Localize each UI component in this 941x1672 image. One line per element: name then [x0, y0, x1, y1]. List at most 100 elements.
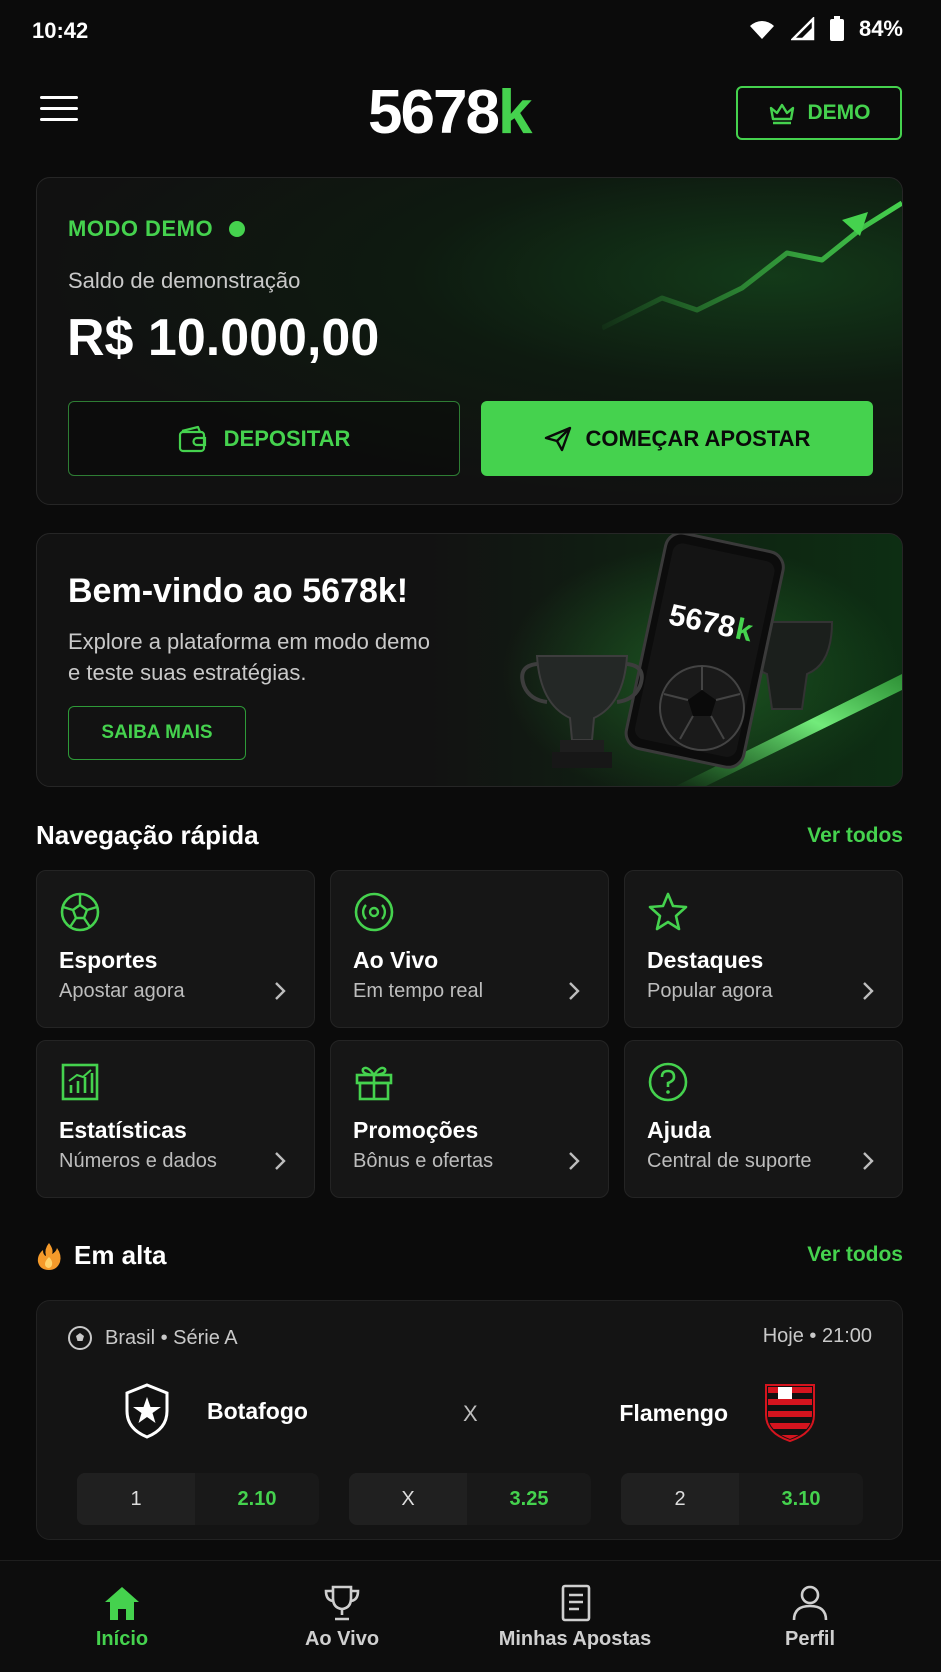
learn-more-button[interactable]: SAIBA MAIS — [68, 706, 246, 760]
signal-icon — [790, 17, 815, 41]
quick-nav-subtitle: Central de suporte — [647, 1150, 812, 1172]
trending-header: Em alta — [36, 1240, 167, 1271]
nav-label: Ao Vivo — [304, 1627, 380, 1650]
away-team: Flamengo — [619, 1383, 816, 1443]
away-team-name: Flamengo — [619, 1399, 728, 1426]
quick-nav-title-text: Esportes — [59, 947, 158, 973]
chart-icon — [61, 1063, 99, 1101]
odd-value: 3.25 — [467, 1473, 591, 1525]
demo-button[interactable]: DEMO — [736, 86, 902, 140]
quick-nav-see-all-link[interactable]: Ver todos — [807, 824, 903, 848]
quick-nav-subtitle: Em tempo real — [353, 980, 484, 1002]
growth-chart-decoration — [602, 200, 902, 331]
send-icon — [544, 426, 571, 451]
status-time: 10:42 — [32, 18, 89, 43]
nav-live[interactable]: Ao Vivo — [282, 1561, 402, 1672]
chevron-right-icon — [569, 1152, 580, 1170]
quick-nav-title-text: Ao Vivo — [353, 947, 439, 973]
home-team-name: Botafogo — [207, 1397, 308, 1424]
demo-mode-label: MODO DEMO — [68, 216, 246, 242]
learn-more-label: SAIBA MAIS — [101, 722, 213, 743]
fire-icon — [37, 1242, 61, 1270]
quick-nav-subtitle: Números e dados — [59, 1150, 217, 1172]
nav-profile[interactable]: Perfil — [750, 1561, 870, 1672]
odd-value: 3.10 — [739, 1473, 863, 1525]
crown-icon — [769, 103, 794, 125]
quick-nav-highlights[interactable]: Destaques Popular agora — [624, 870, 903, 1028]
home-icon — [105, 1586, 139, 1620]
quick-nav-help[interactable]: Ajuda Central de suporte — [624, 1040, 903, 1198]
trending-title: Em alta — [74, 1240, 167, 1270]
gift-icon — [355, 1066, 393, 1101]
star-icon — [648, 892, 688, 931]
match-time: Hoje • 21:00 — [762, 1325, 872, 1347]
match-league: Brasil • Série A — [67, 1325, 238, 1351]
odd-home-button[interactable]: 1 2.10 — [77, 1473, 319, 1525]
receipt-icon — [561, 1584, 591, 1621]
app-logo[interactable]: 5678k — [368, 82, 532, 144]
app-screen: 10:42 84% 5678k DEMO MODO DEMO Saldo de … — [0, 0, 941, 1672]
logo-main: 5678 — [368, 78, 500, 147]
live-broadcast-icon — [354, 892, 394, 932]
quick-nav-promotions[interactable]: Promoções Bônus e ofertas — [330, 1040, 609, 1198]
chevron-right-icon — [275, 982, 286, 1000]
menu-button[interactable] — [40, 96, 78, 126]
status-icons: 84% — [747, 16, 903, 42]
quick-nav-title-text: Estatísticas — [59, 1117, 187, 1143]
soccer-ball-icon — [68, 1326, 92, 1350]
start-betting-button[interactable]: COMEÇAR APOSTAR — [481, 401, 873, 476]
quick-nav-subtitle: Apostar agora — [59, 980, 185, 1002]
nav-label: Perfil — [784, 1627, 836, 1650]
chevron-right-icon — [863, 982, 874, 1000]
demo-mode-text: MODO DEMO — [68, 216, 214, 241]
battery-icon — [829, 16, 844, 41]
quick-nav-subtitle: Popular agora — [647, 980, 773, 1002]
balance-label: Saldo de demonstração — [68, 268, 301, 293]
menu-line — [40, 96, 78, 99]
quick-nav-subtitle: Bônus e ofertas — [353, 1150, 494, 1172]
status-bar: 10:42 84% — [0, 0, 941, 66]
odd-away-button[interactable]: 2 3.10 — [621, 1473, 863, 1525]
soccer-ball-icon — [60, 892, 100, 932]
user-icon — [792, 1585, 828, 1620]
wifi-icon — [749, 21, 774, 39]
botafogo-crest-icon — [125, 1383, 169, 1439]
nav-home[interactable]: Início — [62, 1561, 182, 1672]
welcome-banner: 5678 k Bem-vindo ao 5678k! Explore a pla… — [36, 533, 903, 787]
menu-line — [40, 107, 78, 110]
odd-label: X — [349, 1473, 467, 1525]
quick-nav-sports[interactable]: Esportes Apostar agora — [36, 870, 315, 1028]
start-betting-label: COMEÇAR APOSTAR — [585, 425, 811, 451]
match-card[interactable]: Brasil • Série A Hoje • 21:00 Botafogo X… — [36, 1300, 903, 1540]
deposit-button[interactable]: DEPOSITAR — [68, 401, 460, 476]
bottom-navigation: Início Ao Vivo Minhas Apostas Perfil — [0, 1560, 941, 1672]
quick-nav-title: Navegação rápida — [36, 820, 259, 850]
status-dot — [229, 221, 246, 237]
league-name: Brasil • Série A — [105, 1326, 238, 1349]
nav-label: Minhas Apostas — [498, 1627, 652, 1650]
nav-my-bets[interactable]: Minhas Apostas — [460, 1561, 690, 1672]
welcome-text: Explore a plataforma em modo demo e test… — [68, 629, 430, 685]
trophy-icon — [324, 1585, 360, 1620]
odd-label: 2 — [621, 1473, 739, 1525]
demo-button-label: DEMO — [807, 101, 871, 124]
help-icon — [648, 1062, 688, 1102]
odd-draw-button[interactable]: X 3.25 — [349, 1473, 591, 1525]
trending-see-all-link[interactable]: Ver todos — [807, 1243, 903, 1267]
quick-nav-title-text: Ajuda — [647, 1117, 711, 1143]
quick-nav-title-text: Promoções — [353, 1117, 479, 1143]
demo-balance-card: MODO DEMO Saldo de demonstração R$ 10.00… — [36, 177, 903, 505]
menu-line — [40, 118, 78, 121]
quick-nav-live[interactable]: Ao Vivo Em tempo real — [330, 870, 609, 1028]
deposit-label: DEPOSITAR — [223, 425, 351, 451]
chevron-right-icon — [275, 1152, 286, 1170]
quick-nav-statistics[interactable]: Estatísticas Números e dados — [36, 1040, 315, 1198]
logo-accent: k — [497, 78, 533, 147]
welcome-title: Bem-vindo ao 5678k! — [68, 572, 409, 610]
wallet-icon — [178, 425, 206, 452]
chevron-right-icon — [863, 1152, 874, 1170]
home-team: Botafogo — [123, 1383, 308, 1439]
nav-label: Início — [95, 1627, 149, 1650]
battery-percent: 84% — [858, 16, 903, 41]
odd-label: 1 — [77, 1473, 195, 1525]
